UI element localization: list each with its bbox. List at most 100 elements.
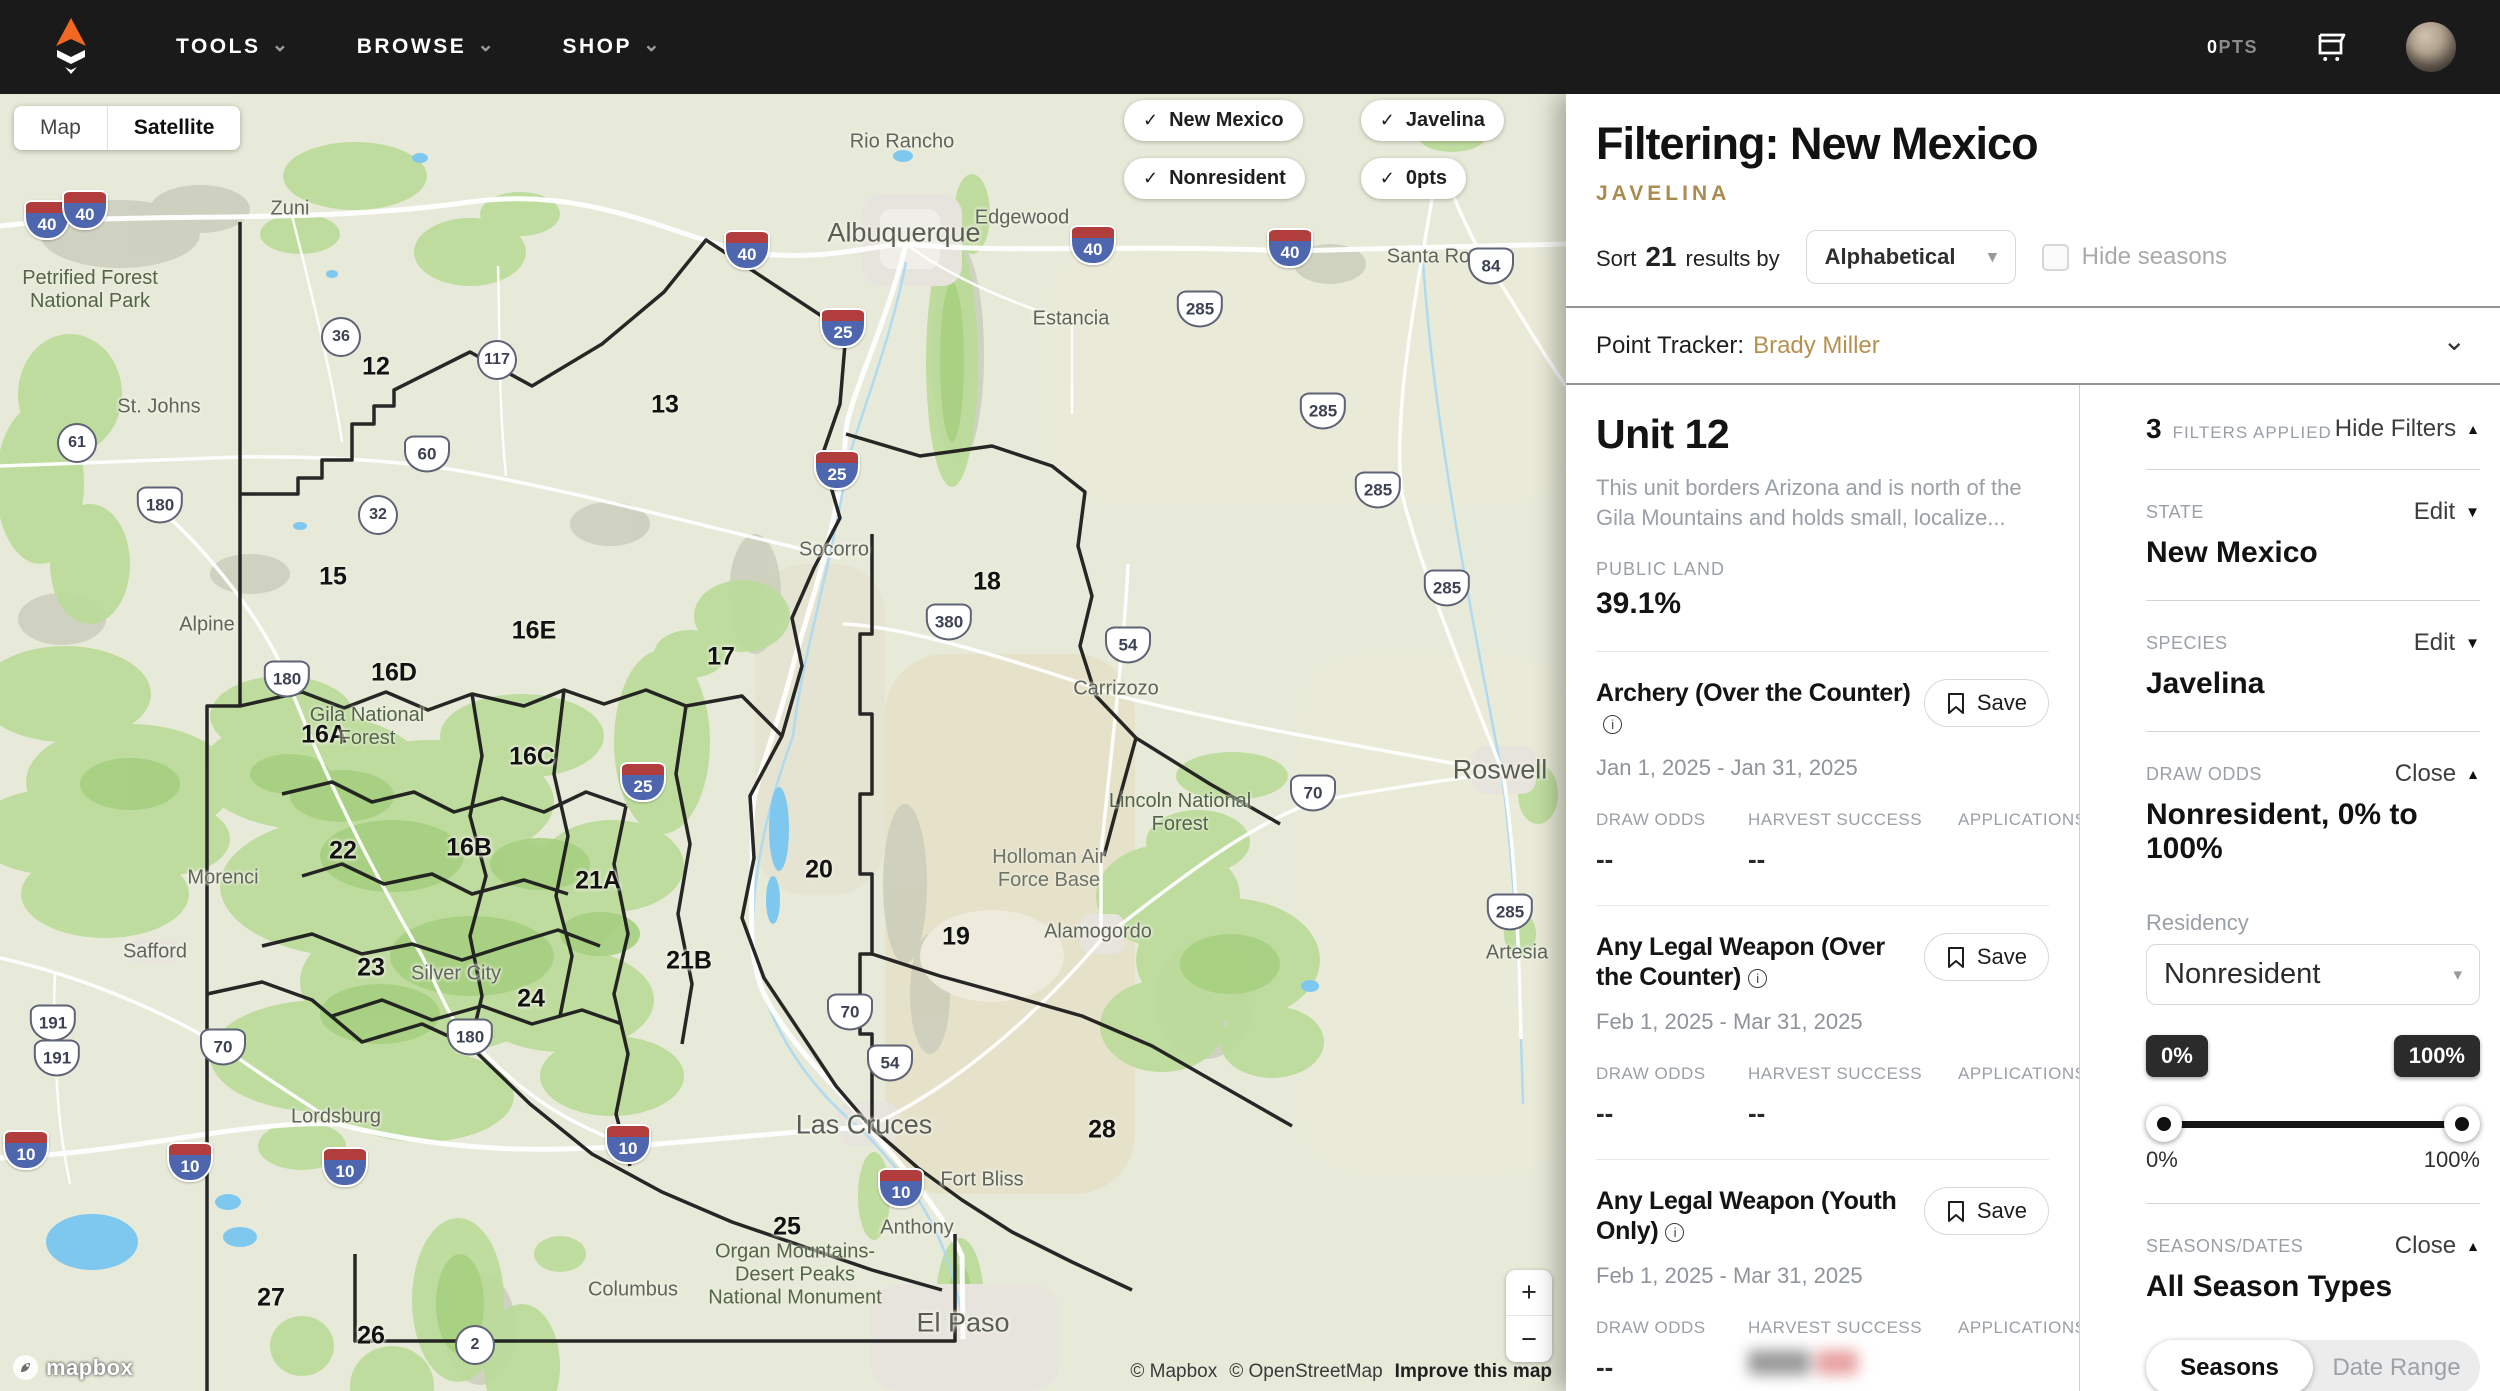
info-icon[interactable]: i [1603,715,1622,734]
filter-section-draw-odds: DRAW ODDS Close ▲ Nonresident, 0% to 100… [2146,732,2480,1204]
tab-seasons[interactable]: Seasons [2146,1340,2313,1391]
active-filter-chips: ✓ New Mexico ✓ Javelina ✓ Nonresident ✓ … [1124,100,1504,199]
top-nav: TOOLS ⌄ BROWSE ⌄ SHOP ⌄ 0PTS [0,0,2500,94]
sort-dropdown[interactable]: Alphabetical ▾ [1806,230,2016,284]
nav-right: 0PTS [2207,22,2456,72]
user-avatar[interactable] [2406,22,2456,72]
harvest-success-label: HARVEST SUCCESS [1748,810,1958,830]
filter-section-state: STATE Edit ▼ New Mexico [2146,470,2480,601]
gohunt-logo[interactable] [44,16,98,78]
results-panel: Filtering: New Mexico JAVELINA Sort 21 r… [1566,94,2500,1391]
slider-handle-min[interactable] [2146,1106,2182,1142]
sort-row: Sort 21 results by Alphabetical ▾ Hide s… [1596,230,2464,284]
nav-shop-label: SHOP [562,35,632,59]
close-label: Close [2395,760,2456,788]
check-icon: ✓ [1380,110,1395,131]
close-label: Close [2395,1232,2456,1260]
mapbox-attribution-link[interactable]: © Mapbox [1130,1361,1217,1383]
nav-browse[interactable]: BROWSE ⌄ [357,35,497,60]
season-title: Archery (Over the Counter)i [1596,679,1924,738]
mapbox-wordmark: mapbox [46,1355,133,1381]
osm-attribution-link[interactable]: © OpenStreetMap [1229,1361,1382,1383]
sort-prefix: Sort [1596,246,1636,272]
residency-label: Residency [2146,910,2480,936]
tab-date-range[interactable]: Date Range [2313,1340,2480,1391]
map-canvas[interactable]: 12131516E16D171816A16C16B2221A20192321B2… [0,94,1566,1391]
unit-card-12: Unit 12 This unit borders Arizona and is… [1596,411,2049,1383]
caret-down-icon: ▾ [2453,965,2462,985]
save-button[interactable]: Save [1924,1187,2049,1235]
filter-chip-nonresident[interactable]: ✓ Nonresident [1124,158,1305,199]
harvest-success-value: -- [1748,844,1958,875]
caret-down-icon: ▾ [1988,247,1997,267]
zoom-out-button[interactable]: − [1506,1316,1552,1362]
season-title: Any Legal Weapon (Over the Counter)i [1596,933,1924,992]
filter-chip-javelina[interactable]: ✓ Javelina [1361,100,1504,141]
info-icon[interactable]: i [1665,1223,1684,1242]
sort-dropdown-value: Alphabetical [1825,244,1956,270]
harvest-success-value: -- [1748,1098,1958,1129]
bookmark-icon [1946,692,1966,715]
edit-species-button[interactable]: Edit ▼ [2414,629,2480,657]
zoom-in-button[interactable]: + [1506,1270,1552,1316]
filter-chip-0pts[interactable]: ✓ 0pts [1361,158,1466,199]
close-draw-odds-button[interactable]: Close ▲ [2395,760,2480,788]
max-odds-badge: 100% [2394,1035,2480,1077]
applications-label: APPLICATIONS [1958,1318,2080,1338]
edit-label: Edit [2414,498,2455,526]
map-zoom-controls: + − [1506,1270,1552,1362]
draw-odds-range-badges: 0% 100% [2146,1035,2480,1077]
nav-tools[interactable]: TOOLS ⌄ [176,35,291,60]
chevron-down-icon: ▼ [2465,504,2480,521]
residency-dropdown[interactable]: Nonresident ▾ [2146,944,2480,1005]
panel-content: Unit 12 This unit borders Arizona and is… [1566,385,2500,1391]
public-land-value: 39.1% [1596,587,2049,621]
info-icon[interactable]: i [1748,969,1767,988]
max-odds-label: 100% [2424,1147,2480,1173]
point-tracker-label: Point Tracker: [1596,332,1744,360]
blurred-harvest-value [1748,1350,1958,1375]
mapbox-icon [12,1354,39,1381]
seasons-summary: All Season Types [2146,1270,2480,1304]
species-tag: JAVELINA [1596,182,2464,206]
satellite-view-button[interactable]: Satellite [107,106,241,150]
applications-label: APPLICATIONS [1958,1064,2080,1084]
season-row-archery: Archery (Over the Counter)i Save Jan 1, … [1596,651,2049,875]
nav-tools-label: TOOLS [176,35,260,59]
points-indicator[interactable]: 0PTS [2207,37,2258,58]
close-seasons-button[interactable]: Close ▲ [2395,1232,2480,1260]
sort-suffix: results by [1686,246,1780,272]
edit-label: Edit [2414,629,2455,657]
applications-value [1958,1352,2080,1382]
save-button[interactable]: Save [1924,933,2049,981]
filter-section-seasons: SEASONS/DATES Close ▲ All Season Types S… [2146,1204,2480,1391]
cart-button[interactable] [2314,29,2350,65]
points-value: 0 [2207,37,2219,57]
unit-title[interactable]: Unit 12 [1596,411,2049,458]
save-label: Save [1977,944,2027,970]
hide-filters-button[interactable]: Hide Filters ▲ [2335,415,2480,443]
nav-shop[interactable]: SHOP ⌄ [562,35,662,60]
improve-map-link[interactable]: Improve this map [1395,1361,1552,1383]
hide-seasons-checkbox[interactable]: Hide seasons [2042,243,2227,271]
map-view-button[interactable]: Map [14,106,107,150]
chevron-down-icon: ⌄ [477,32,496,57]
save-button[interactable]: Save [1924,679,2049,727]
chip-label: Nonresident [1169,167,1286,190]
unit-description: This unit borders Arizona and is north o… [1596,473,2049,532]
min-odds-badge: 0% [2146,1035,2208,1077]
applications-value [1958,844,2080,874]
season-row-youth-only: Any Legal Weapon (Youth Only)i Save Feb … [1596,1159,2049,1383]
draw-odds-slider[interactable] [2146,1105,2480,1143]
filters-applied-count: 3 FILTERS APPLIED [2146,413,2332,445]
points-suffix: PTS [2218,37,2258,57]
chevron-down-icon: ⌄ [271,32,290,57]
chevron-up-icon: ▲ [2466,766,2480,782]
hide-filters-label: Hide Filters [2335,415,2456,443]
mapbox-logo[interactable]: mapbox [12,1354,133,1381]
point-tracker-bar[interactable]: Point Tracker: Brady Miller ⌄ [1566,306,2500,385]
slider-handle-max[interactable] [2444,1106,2480,1142]
check-icon: ✓ [1380,168,1395,189]
edit-state-button[interactable]: Edit ▼ [2414,498,2480,526]
filter-chip-new-mexico[interactable]: ✓ New Mexico [1124,100,1303,141]
